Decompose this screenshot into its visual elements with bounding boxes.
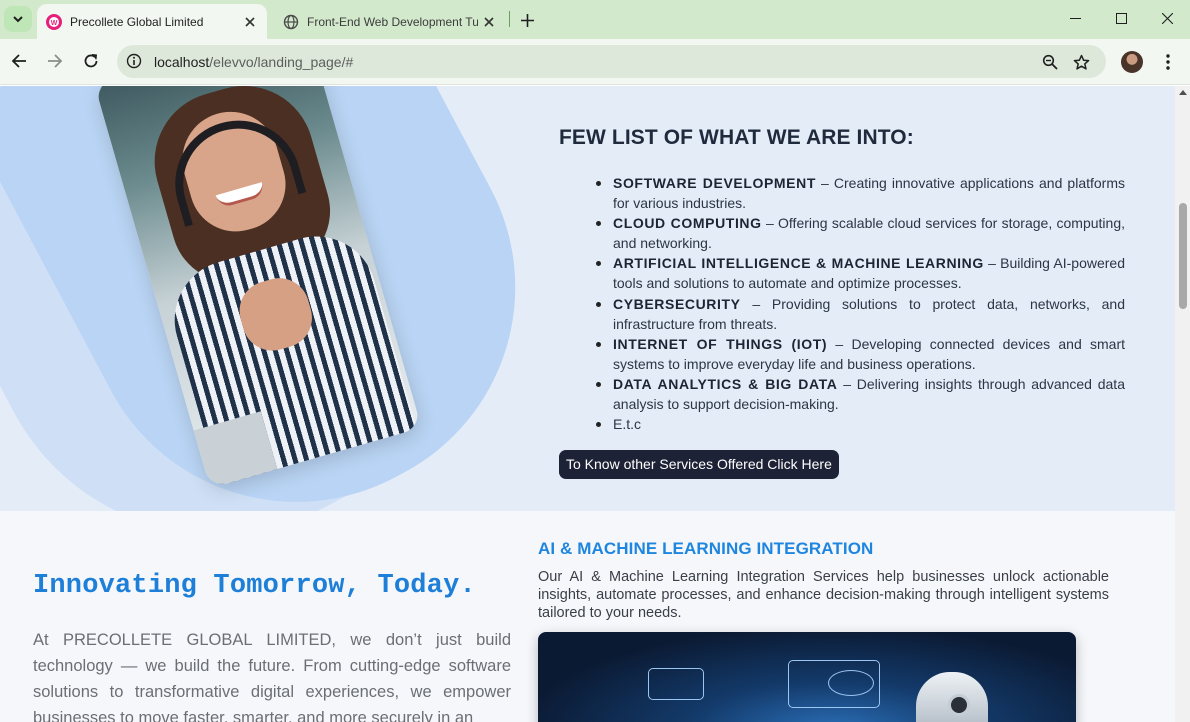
hero-paragraph: At PRECOLLETE GLOBAL LIMITED, we don’t j…	[33, 631, 511, 722]
zoom-icon[interactable]	[1039, 51, 1061, 73]
close-tab-icon[interactable]	[478, 11, 500, 33]
tab-frontend[interactable]: Front-End Web Development Tu	[274, 4, 506, 39]
page-viewport: FEW LIST OF WHAT WE ARE INTO: SOFTWARE D…	[0, 86, 1190, 722]
scrollbar-thumb[interactable]	[1179, 203, 1187, 309]
service-name: CLOUD COMPUTING	[613, 215, 762, 232]
page-scrollbar[interactable]	[1175, 86, 1190, 722]
browser-tab-strip: W Precollete Global Limited Front-End We…	[0, 0, 1190, 39]
list-item: SOFTWARE DEVELOPMENT – Creating innovati…	[596, 173, 1125, 213]
arrow-left-icon	[11, 54, 26, 68]
tab-separator	[509, 11, 510, 27]
chevron-down-icon	[13, 16, 23, 23]
plus-icon	[520, 13, 534, 27]
minimize-icon	[1069, 17, 1081, 19]
hero-title: Innovating Tomorrow, Today.	[33, 571, 476, 601]
address-bar[interactable]: localhost/elevvo/landing_page/#	[117, 45, 1106, 78]
service-description: E.t.c	[613, 416, 642, 433]
url-host: localhost	[154, 54, 210, 70]
services-section: FEW LIST OF WHAT WE ARE INTO: SOFTWARE D…	[0, 86, 1175, 511]
close-window-button[interactable]	[1144, 0, 1190, 36]
tab-title: Front-End Web Development Tu	[307, 14, 478, 29]
ai-technology-image	[538, 632, 1076, 722]
url-text[interactable]: localhost/elevvo/landing_page/#	[154, 54, 353, 70]
list-item: ARTIFICIAL INTELLIGENCE & MACHINE LEARNI…	[596, 253, 1125, 293]
list-item: DATA ANALYTICS & BIG DATA – Delivering i…	[596, 374, 1125, 414]
more-vertical-icon	[1166, 54, 1170, 70]
tab-search-button[interactable]	[4, 6, 32, 32]
svg-text:W: W	[51, 20, 58, 27]
reload-button[interactable]	[76, 46, 106, 76]
service-name: DATA ANALYTICS & BIG DATA	[613, 375, 838, 392]
list-item: INTERNET OF THINGS (IOT) – Developing co…	[596, 334, 1125, 374]
ai-feature-heading: AI & MACHINE LEARNING INTEGRATION	[538, 539, 874, 558]
globe-icon	[283, 14, 299, 29]
arrow-right-icon	[48, 54, 63, 68]
about-section: Innovating Tomorrow, Today. At PRECOLLET…	[0, 511, 1175, 722]
other-services-button[interactable]: To Know other Services Offered Click Her…	[559, 450, 839, 479]
reload-icon	[84, 54, 98, 68]
browser-toolbar: localhost/elevvo/landing_page/#	[0, 39, 1190, 85]
site-info-icon[interactable]	[124, 51, 144, 71]
list-item: E.t.c	[596, 414, 1125, 434]
services-heading: FEW LIST OF WHAT WE ARE INTO:	[559, 126, 914, 149]
bookmark-star-icon[interactable]	[1070, 51, 1092, 73]
service-name: ARTIFICIAL INTELLIGENCE & MACHINE LEARNI…	[613, 255, 984, 272]
ai-feature-description: Our AI & Machine Learning Integration Se…	[538, 569, 1109, 621]
tab-title: Precollete Global Limited	[70, 14, 204, 29]
services-list: SOFTWARE DEVELOPMENT – Creating innovati…	[596, 173, 1125, 434]
minimize-button[interactable]	[1052, 0, 1098, 36]
maximize-button[interactable]	[1098, 0, 1144, 36]
service-name: SOFTWARE DEVELOPMENT	[613, 175, 816, 191]
maximize-icon	[1115, 12, 1127, 24]
forward-button[interactable]	[40, 46, 70, 76]
close-tab-icon[interactable]	[239, 11, 261, 33]
service-name: INTERNET OF THINGS (IOT)	[613, 335, 828, 352]
site-favicon-icon: W	[46, 13, 62, 30]
new-tab-button[interactable]	[514, 7, 540, 33]
list-item: CLOUD COMPUTING – Offering scalable clou…	[596, 213, 1125, 253]
profile-avatar[interactable]	[1121, 51, 1143, 73]
service-name: CYBERSECURITY	[613, 295, 741, 312]
browser-menu-button[interactable]	[1156, 50, 1180, 74]
list-item: CYBERSECURITY – Providing solutions to p…	[596, 294, 1125, 334]
back-button[interactable]	[4, 46, 34, 76]
url-path: /elevvo/landing_page/#	[209, 54, 354, 70]
close-icon	[1161, 12, 1173, 24]
scroll-up-arrow-icon[interactable]	[1179, 90, 1187, 95]
tab-precollete[interactable]: W Precollete Global Limited	[37, 4, 267, 39]
